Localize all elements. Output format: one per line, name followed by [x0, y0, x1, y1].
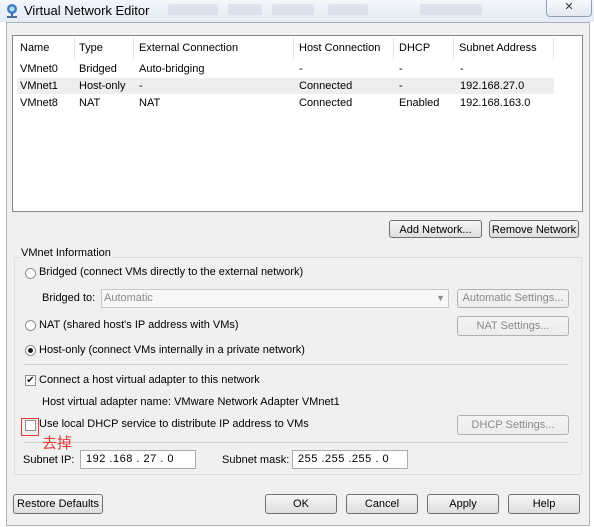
nat-radio[interactable] [25, 320, 36, 331]
close-icon: ✕ [564, 1, 574, 13]
col-separator [453, 38, 454, 59]
table-cell[interactable]: - [399, 61, 403, 77]
col-separator [553, 38, 554, 59]
blurred-menu-3 [272, 4, 314, 15]
col-header-subnet[interactable]: Subnet Address [459, 40, 537, 56]
table-cell[interactable]: - [460, 61, 464, 77]
nat-settings-button[interactable]: NAT Settings... [457, 316, 569, 336]
remove-network-button[interactable]: Remove Network [489, 220, 579, 238]
cancel-button[interactable]: Cancel [346, 494, 418, 514]
col-header-external[interactable]: External Connection [139, 40, 238, 56]
connect-adapter-checkbox[interactable]: ✔ [25, 375, 36, 386]
table-cell[interactable]: Bridged [79, 61, 117, 77]
col-separator [293, 38, 294, 59]
window-title: Virtual Network Editor [24, 3, 150, 18]
col-separator [133, 38, 134, 59]
chevron-down-icon: ▼ [436, 293, 445, 303]
table-cell[interactable]: NAT [139, 95, 160, 111]
table-cell[interactable]: - [399, 78, 403, 94]
table-cell[interactable]: Connected [299, 95, 352, 111]
close-button[interactable]: ✕ [546, 0, 592, 17]
annotation-text: 去掉 [42, 435, 73, 452]
blurred-menu-4 [328, 4, 368, 15]
bridged-to-value: Automatic [104, 292, 153, 304]
table-cell[interactable]: - [299, 61, 303, 77]
bridged-label[interactable]: Bridged (connect VMs directly to the ext… [39, 266, 303, 278]
table-cell[interactable]: Auto-bridging [139, 61, 204, 77]
table-cell[interactable]: 192.168.27.0 [460, 78, 524, 94]
divider [23, 442, 568, 443]
table-cell[interactable]: 192.168.163.0 [460, 95, 530, 111]
checkmark-icon: ✔ [26, 375, 35, 386]
table-cell[interactable]: NAT [79, 95, 100, 111]
table-cell[interactable]: Connected [299, 78, 352, 94]
dhcp-label[interactable]: Use local DHCP service to distribute IP … [39, 418, 309, 430]
dhcp-settings-button[interactable]: DHCP Settings... [457, 415, 569, 435]
help-button[interactable]: Help [508, 494, 580, 514]
annotation-highlight-box [21, 418, 39, 436]
automatic-settings-button[interactable]: Automatic Settings... [457, 289, 569, 308]
table-cell[interactable]: Host-only [79, 78, 125, 94]
col-header-type[interactable]: Type [79, 40, 103, 56]
col-separator [393, 38, 394, 59]
divider [23, 364, 568, 365]
table-cell[interactable]: - [139, 78, 143, 94]
bridged-radio[interactable] [25, 268, 36, 279]
col-separator [74, 38, 75, 59]
hostonly-label[interactable]: Host-only (connect VMs internally in a p… [39, 344, 305, 356]
subnet-mask-field[interactable]: 255 .255 .255 . 0 [292, 450, 408, 469]
table-cell[interactable]: VMnet8 [20, 95, 58, 111]
hostonly-radio[interactable] [25, 345, 36, 356]
ok-button[interactable]: OK [265, 494, 337, 514]
network-app-icon [7, 4, 17, 18]
subnet-ip-field[interactable]: 192 .168 . 27 . 0 [80, 450, 196, 469]
adapter-name-text: Host virtual adapter name: VMware Networ… [42, 396, 340, 408]
restore-defaults-button[interactable]: Restore Defaults [13, 494, 103, 514]
bridged-to-select[interactable]: Automatic ▼ [101, 289, 449, 308]
apply-button[interactable]: Apply [427, 494, 499, 514]
table-cell[interactable]: Enabled [399, 95, 439, 111]
blurred-menu-1 [168, 4, 218, 15]
col-header-host[interactable]: Host Connection [299, 40, 380, 56]
table-cell[interactable]: VMnet1 [20, 78, 58, 94]
subnet-mask-label: Subnet mask: [222, 454, 290, 466]
blurred-menu-2 [228, 4, 262, 15]
col-header-dhcp[interactable]: DHCP [399, 40, 430, 56]
table-cell[interactable]: VMnet0 [20, 61, 58, 77]
subnet-ip-label: Subnet IP: [23, 454, 75, 466]
add-network-button[interactable]: Add Network... [389, 220, 482, 238]
blurred-menu-5 [420, 4, 482, 15]
radio-selected-dot [28, 348, 33, 353]
connect-adapter-label[interactable]: Connect a host virtual adapter to this n… [39, 374, 260, 386]
bridged-to-label: Bridged to: [42, 292, 96, 304]
nat-label[interactable]: NAT (shared host's IP address with VMs) [39, 319, 239, 331]
col-header-name[interactable]: Name [20, 40, 49, 56]
vmnet-info-label: VMnet Information [20, 247, 112, 259]
